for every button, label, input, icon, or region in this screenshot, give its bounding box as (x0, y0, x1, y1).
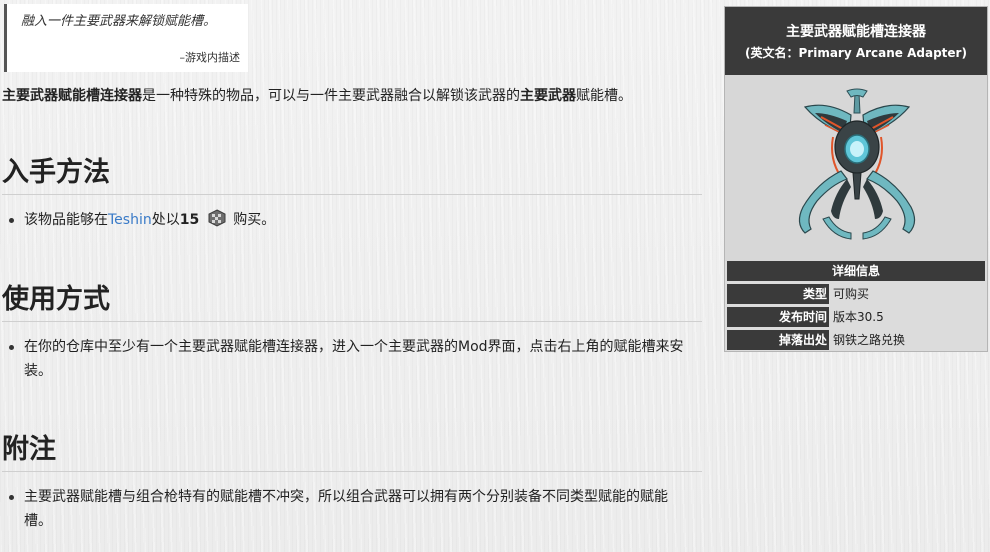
infobox-subtitle: (英文名：Primary Arcane Adapter) (745, 46, 967, 60)
list-item: 该物品能够在Teshin处以15 购买。 (9, 208, 692, 232)
item-image (725, 75, 987, 261)
infobox-key: 掉落出处 (727, 330, 829, 350)
item-infobox: 主要武器赋能槽连接器 (英文名：Primary Arcane Adapter) (724, 6, 988, 352)
acq-suffix: 购买。 (233, 212, 276, 228)
intro-paragraph: 主要武器赋能槽连接器是一种特殊的物品，可以与一件主要武器融合以解锁该武器的主要武… (2, 86, 632, 106)
acquisition-list: 该物品能够在Teshin处以15 购买。 (2, 208, 692, 232)
acq-prefix: 该物品能够在 (24, 212, 108, 228)
intro-slot-name: 主要武器 (520, 88, 576, 104)
acq-price: 15 (179, 212, 200, 228)
usage-list: 在你的仓库中至少有一个主要武器赋能槽连接器，进入一个主要武器的Mod界面，点击右… (2, 335, 692, 383)
infobox-row-type: 类型 可购买 (727, 284, 985, 304)
infobox-key: 发布时间 (727, 307, 829, 327)
quote-source: –游戏内描述 (179, 51, 241, 64)
intro-text-2: 赋能槽。 (576, 88, 632, 104)
infobox-header: 主要武器赋能槽连接器 (英文名：Primary Arcane Adapter) (725, 7, 987, 75)
steel-path-exchange-link[interactable]: 钢铁之路兑换 (833, 330, 905, 350)
heading-usage: 使用方式 (2, 283, 702, 322)
infobox-key: 类型 (727, 284, 829, 304)
intro-item-name: 主要武器赋能槽连接器 (2, 88, 142, 104)
list-item: 在你的仓库中至少有一个主要武器赋能槽连接器，进入一个主要武器的Mod界面，点击右… (9, 335, 692, 383)
notes-list: 主要武器赋能槽与组合枪特有的赋能槽不冲突，所以组合武器可以拥有两个分别装备不同类… (2, 485, 692, 533)
heading-acquisition: 入手方法 (2, 156, 702, 195)
infobox-section-details: 详细信息 (727, 261, 985, 281)
acq-mid: 处以 (151, 212, 180, 228)
infobox-row-release: 发布时间 版本30.5 (727, 307, 985, 327)
infobox-row-drop-source: 掉落出处 钢铁之路兑换 (727, 330, 985, 350)
flavor-quote: 融入一件主要武器来解锁赋能槽。 –游戏内描述 (4, 4, 248, 72)
infobox-value: 可购买 (833, 287, 870, 301)
teshin-link[interactable]: Teshin (108, 212, 152, 228)
release-version-link[interactable]: 版本30.5 (833, 307, 884, 327)
quote-text: 融入一件主要武器来解锁赋能槽。 (21, 14, 217, 29)
arcane-adapter-icon (798, 88, 916, 240)
steel-essence-icon[interactable] (207, 209, 227, 227)
heading-notes: 附注 (2, 433, 702, 472)
intro-text-1: 是一种特殊的物品，可以与一件主要武器融合以解锁该武器的 (142, 88, 520, 104)
infobox-title: 主要武器赋能槽连接器 (786, 24, 926, 40)
list-item: 主要武器赋能槽与组合枪特有的赋能槽不冲突，所以组合武器可以拥有两个分别装备不同类… (9, 485, 692, 533)
